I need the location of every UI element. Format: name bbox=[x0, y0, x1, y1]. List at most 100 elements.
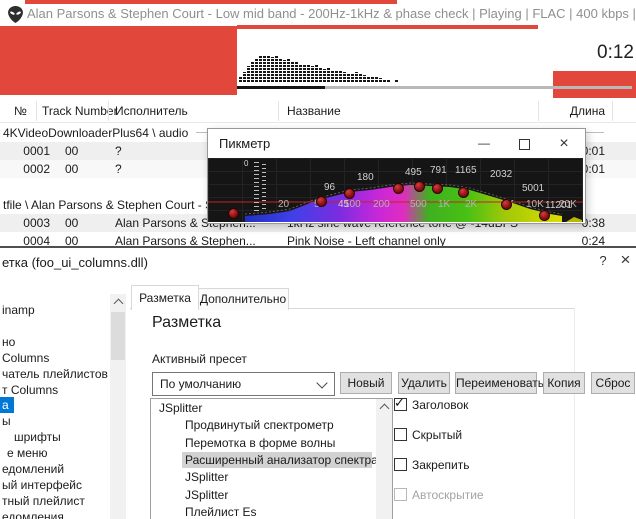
check-icon: ✓ bbox=[394, 395, 405, 411]
section-heading: Разметка bbox=[152, 314, 221, 332]
db-scale-tick bbox=[254, 182, 259, 183]
db-scale-tick bbox=[254, 206, 259, 207]
db-scale-tick bbox=[254, 170, 259, 171]
tree-item[interactable]: Перемотка в форме волны bbox=[182, 435, 338, 451]
db-scale-tick bbox=[254, 210, 259, 211]
sidebar-item[interactable] bbox=[0, 318, 106, 334]
db-scale-label: 0 bbox=[244, 159, 248, 168]
sidebar-item-е меню[interactable]: е меню bbox=[0, 445, 108, 461]
preset-combobox[interactable]: По умолчанию bbox=[152, 372, 335, 396]
frequency-axis-label: 2K bbox=[465, 199, 477, 210]
peak-frequency-label: 96 bbox=[324, 182, 335, 193]
maximize-icon bbox=[519, 139, 530, 150]
cell-number: 0001 bbox=[8, 142, 50, 160]
db-scale-tick bbox=[262, 192, 266, 193]
checkbox-label[interactable]: Автоскрытие bbox=[412, 488, 484, 502]
sidebar-item-чатель плейлистов[interactable]: чатель плейлистов bbox=[0, 366, 106, 382]
checkbox-label[interactable]: Закрепить bbox=[412, 458, 469, 472]
sidebar-scrollbar[interactable] bbox=[110, 294, 126, 519]
maximize-button[interactable] bbox=[511, 132, 537, 155]
preset-button-3[interactable]: Переименовать bbox=[455, 372, 537, 394]
checkbox-label[interactable]: Скрытый bbox=[412, 428, 462, 442]
tab-advanced[interactable]: Дополнительно bbox=[197, 288, 289, 310]
tree-item[interactable]: JSplitter bbox=[156, 400, 205, 416]
peak-hold-dot bbox=[316, 196, 327, 207]
sidebar-item-т Columns[interactable]: т Columns bbox=[0, 382, 106, 398]
peak-frequency-label: 791 bbox=[430, 165, 447, 176]
peak-hold-dot bbox=[228, 208, 239, 219]
help-button[interactable]: ? bbox=[590, 253, 616, 273]
tree-item[interactable]: Плейлист Es bbox=[182, 504, 260, 519]
tab-layout[interactable]: Разметка bbox=[131, 285, 199, 310]
sidebar-item-шрифты[interactable]: шрифты bbox=[0, 429, 108, 445]
db-scale-tick bbox=[262, 208, 266, 209]
scroll-up-icon[interactable] bbox=[114, 299, 124, 309]
checkbox-4[interactable] bbox=[394, 488, 407, 501]
sidebar-item-тный плейлист[interactable]: тный плейлист bbox=[0, 493, 106, 509]
sidebar-item-inamp[interactable]: inamp bbox=[0, 302, 106, 318]
db-scale-tick bbox=[262, 172, 266, 173]
frequency-axis-label: 200 bbox=[373, 199, 390, 210]
preset-button-2[interactable]: Удалить bbox=[398, 372, 450, 394]
checkbox-2[interactable] bbox=[394, 428, 407, 441]
db-scale-tick bbox=[262, 184, 266, 185]
spectrum-labels: 020501002005001K2K5K10K20K45961804957911… bbox=[208, 158, 583, 222]
sidebar-item-ый интерфейс[interactable]: ый интерфейс bbox=[0, 477, 106, 493]
sidebar-item-едомлений[interactable]: едомлений bbox=[0, 461, 106, 477]
peak-hold-dot bbox=[432, 183, 443, 194]
checkbox-1[interactable]: ✓ bbox=[394, 398, 407, 411]
chevron-down-icon bbox=[316, 377, 327, 388]
db-scale-tick bbox=[254, 166, 259, 167]
peak-frequency-label: 180 bbox=[357, 172, 374, 183]
sidebar-item-но[interactable]: но bbox=[0, 334, 106, 350]
peak-frequency-label: 45 bbox=[338, 199, 349, 210]
checkbox-3[interactable] bbox=[394, 458, 407, 471]
group-header-label: tfile \ Alan Parsons & Stephen Court - S bbox=[3, 196, 217, 214]
db-scale-tick bbox=[254, 178, 259, 179]
frequency-axis-label: 500 bbox=[410, 199, 427, 210]
layout-tree-listbox[interactable]: JSplitterПродвинутый спектрометрПеремотк… bbox=[150, 398, 393, 519]
db-scale-tick bbox=[254, 202, 259, 203]
peak-hold-dot bbox=[539, 210, 550, 221]
dialog-title: етка (foo_ui_columns.dll) bbox=[2, 255, 148, 270]
frequency-axis-label: 10K bbox=[526, 199, 544, 210]
listbox-scrollbar[interactable] bbox=[376, 399, 392, 519]
frequency-axis-label: 1K bbox=[438, 199, 450, 210]
close-button[interactable]: × bbox=[551, 132, 577, 155]
db-scale-tick bbox=[262, 200, 266, 201]
cell-track-number: 00 bbox=[65, 160, 105, 178]
peak-frequency-label: 1165 bbox=[455, 165, 477, 176]
db-scale-tick bbox=[262, 164, 266, 165]
preferences-dialog: етка (foo_ui_columns.dll) ? × inamp ноCol… bbox=[0, 246, 636, 519]
tree-item[interactable]: Расширенный анализатор спектра bbox=[182, 452, 372, 468]
scroll-up-icon[interactable] bbox=[380, 404, 390, 414]
db-scale-tick bbox=[254, 190, 259, 191]
peakmeter-window[interactable]: Пикметр — × bbox=[207, 128, 586, 224]
db-scale-tick bbox=[262, 196, 266, 197]
db-scale-tick bbox=[254, 174, 259, 175]
db-scale-tick bbox=[254, 194, 259, 195]
preset-button-4[interactable]: Копия bbox=[543, 372, 585, 394]
db-scale-tick bbox=[254, 186, 259, 187]
cell-track-number: 00 bbox=[65, 142, 105, 160]
sidebar-item-ы[interactable]: ы bbox=[0, 413, 106, 429]
checkbox-label[interactable]: Заголовок bbox=[412, 398, 468, 412]
tree-item[interactable]: JSplitter bbox=[182, 487, 231, 503]
scrollbar-thumb[interactable] bbox=[111, 312, 125, 360]
minimize-button[interactable]: — bbox=[471, 132, 497, 155]
sidebar-item-едомления[interactable]: едомления bbox=[0, 509, 106, 519]
spectrum-analyzer: 020501002005001K2K5K10K20K45961804957911… bbox=[208, 158, 583, 222]
peak-hold-dot bbox=[344, 188, 355, 199]
db-scale-tick bbox=[254, 162, 259, 163]
preset-button-1[interactable]: Новый bbox=[340, 372, 392, 394]
close-icon[interactable]: × bbox=[615, 250, 636, 272]
sidebar-item-а[interactable]: а bbox=[0, 397, 14, 413]
tree-item[interactable]: Продвинутый спектрометр bbox=[182, 417, 337, 433]
peakmeter-window-title: Пикметр bbox=[219, 136, 270, 151]
peak-hold-dot bbox=[414, 181, 425, 192]
tree-item[interactable]: JSplitter bbox=[182, 469, 231, 485]
preset-button-5[interactable]: Сброс bbox=[591, 372, 635, 394]
db-scale-tick bbox=[254, 198, 259, 199]
sidebar-item-Columns[interactable]: Columns bbox=[0, 350, 106, 366]
db-scale-tick bbox=[262, 188, 266, 189]
